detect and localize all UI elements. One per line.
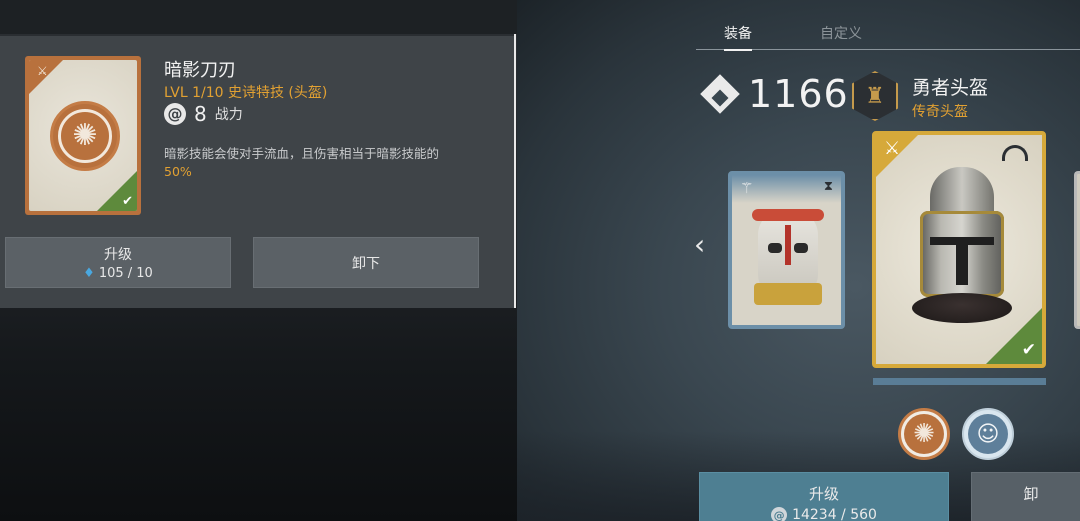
gear-upgrade-cost: @ 14234 / 560 [771,507,877,521]
skill-unequip-button[interactable]: 卸下 [253,237,479,288]
power-row: @ 8 战力 [164,102,243,126]
skill-detail-popup: ⚔ ✺ ✔ 暗影刀刃 LVL 1/10 史诗特技 (头盔) @ 8 战力 暗影技… [0,36,515,308]
upgrade-label: 升级 [104,247,132,263]
skill-level-rarity: LVL 1/10 史诗特技 (头盔) [164,85,328,101]
gear-card-previous[interactable]: ⚚ ⧗ [728,171,845,329]
equipment-tabs: 装备 自定义 [696,20,1080,51]
chevron-left-icon[interactable]: ‹ [694,228,705,261]
gear-unequip-label: 卸 [1023,485,1039,503]
swirl-icon: ✺ [904,414,944,454]
skill-upgrade-button[interactable]: 升级 ♦ 105 / 10 [5,237,231,288]
gear-rarity: 传奇头盔 [912,104,968,120]
check-icon: ✔ [1021,340,1036,360]
swirl-icon: ✺ [58,109,112,163]
gear-upgrade-cost-value: 14234 / 560 [792,507,877,521]
check-icon: ✔ [122,194,133,209]
coin-icon: @ [771,507,788,521]
swirl-icon: @ [164,103,186,125]
diamond-icon [700,74,740,114]
skill-description: 暗影技能会使对手流血，且伤害相当于暗影技能的 50% [164,145,444,181]
gear-score: 1166 [748,72,849,116]
skill-card-face: ⚔ ✺ ✔ [29,60,137,211]
skill-card[interactable]: ⚔ ✺ ✔ [25,56,141,215]
sword-emblem-icon: ⚔ [884,138,901,159]
dragonfly-icon: ⚚ [740,179,754,197]
hourglass-icon: ⧗ [823,179,833,194]
mask-helmet-art [752,209,824,305]
popup-divider [514,34,516,308]
gear-name: 勇者头盔 [912,77,989,99]
top-strip [0,0,517,34]
gear-upgrade-label: 升级 [808,485,839,503]
power-value: 8 [194,102,207,126]
shadow-blade-skill-slot[interactable]: ✺ [898,408,950,460]
gear-progress-bar [873,378,1046,385]
gear-card-selected[interactable]: ⚔ ✔ [872,131,1046,368]
description-text: 暗影技能会使对手流血，且伤害相当于暗影技能的 [164,146,440,161]
gear-card-next[interactable] [1074,171,1080,329]
tab-equipment[interactable]: 装备 [724,23,752,51]
sword-emblem-icon: ⚔ [37,64,48,78]
arch-icon [1002,145,1028,161]
unequip-label: 卸下 [352,255,380,272]
upgrade-cost: ♦ 105 / 10 [83,266,153,281]
equipped-check-corner: ✔ [97,171,137,211]
gear-unequip-button[interactable]: 卸 [971,472,1080,521]
description-highlight: 50% [164,164,192,179]
skill-name: 暗影刀刃 [164,60,236,81]
mind-skill-slot[interactable]: ☺ [962,408,1014,460]
power-label: 战力 [214,107,243,123]
knight-helmet-art [912,167,1012,327]
gear-score-row: 1166 [700,72,849,116]
head-profile-icon: ☺ [968,414,1008,454]
tab-customize[interactable]: 自定义 [820,23,862,43]
upgrade-cost-value: 105 / 10 [98,266,153,281]
blue-crystal-icon: ♦ [83,266,95,281]
shadow-blade-skill-icon: ✺ [50,101,120,171]
gear-upgrade-button[interactable]: 升级 @ 14234 / 560 [699,472,949,521]
